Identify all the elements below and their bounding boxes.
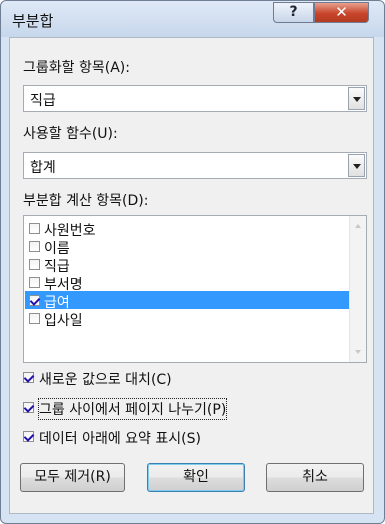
replace-current-label: 새로운 값으로 대치(C) — [39, 372, 172, 388]
chevron-down-icon[interactable] — [348, 154, 365, 177]
checkbox[interactable] — [29, 241, 40, 252]
list-item[interactable]: 급여 — [25, 291, 350, 311]
chevron-down-icon[interactable] — [348, 87, 365, 110]
dialog-body: 그룹화할 항목(A): 직급 사용할 함수(U): 합계 부분합 계산 항목(D… — [9, 37, 374, 514]
list-item[interactable]: 사원번호 — [25, 219, 350, 239]
list-item-label: 입사일 — [44, 313, 83, 329]
scroll-up-icon[interactable] — [355, 224, 361, 228]
close-button[interactable]: ✕ — [314, 2, 369, 23]
subtotal-dialog: 부분합 ? ✕ 그룹화할 항목(A): 직급 사용할 함수(U): 합계 부분합… — [0, 0, 385, 524]
checkbox[interactable] — [29, 223, 40, 234]
summary-below-label: 데이터 아래에 요약 표시(S) — [39, 431, 201, 447]
cancel-button[interactable]: 취소 — [266, 463, 364, 492]
dialog-title: 부분합 — [12, 12, 54, 30]
list-item[interactable]: 입사일 — [25, 309, 350, 329]
checkmark-icon[interactable] — [23, 372, 34, 383]
list-item[interactable]: 이름 — [25, 237, 350, 257]
group-by-select[interactable]: 직급 — [23, 85, 367, 112]
page-break-label: 그룹 사이에서 페이지 나누기(P) — [37, 398, 228, 420]
group-by-label: 그룹화할 항목(A): — [23, 60, 130, 76]
function-select[interactable]: 합계 — [23, 152, 367, 179]
checkbox[interactable] — [29, 313, 40, 324]
list-item[interactable]: 부서명 — [25, 273, 350, 293]
group-by-value: 직급 — [30, 93, 56, 109]
list-scrollbar[interactable] — [349, 216, 366, 362]
list-item[interactable]: 직급 — [25, 255, 350, 275]
help-button[interactable]: ? — [273, 2, 314, 23]
function-label: 사용할 함수(U): — [23, 126, 118, 142]
checkmark-icon[interactable] — [23, 431, 34, 442]
checkbox[interactable] — [29, 295, 40, 306]
function-value: 합계 — [30, 160, 56, 176]
close-icon: ✕ — [335, 3, 348, 21]
help-icon: ? — [289, 4, 298, 20]
ok-button[interactable]: 확인 — [147, 463, 245, 492]
subtotal-fields-list[interactable]: 사원번호 이름 직급 부서명 급여 입사일 — [23, 215, 367, 363]
checkbox[interactable] — [29, 277, 40, 288]
checkmark-icon[interactable] — [23, 402, 34, 413]
checkbox[interactable] — [29, 259, 40, 270]
scroll-down-icon[interactable] — [355, 350, 361, 354]
subtotal-fields-label: 부분합 계산 항목(D): — [23, 193, 149, 209]
remove-all-button[interactable]: 모두 제거(R) — [20, 463, 125, 492]
title-bar: 부분합 ? ✕ — [1, 1, 384, 37]
